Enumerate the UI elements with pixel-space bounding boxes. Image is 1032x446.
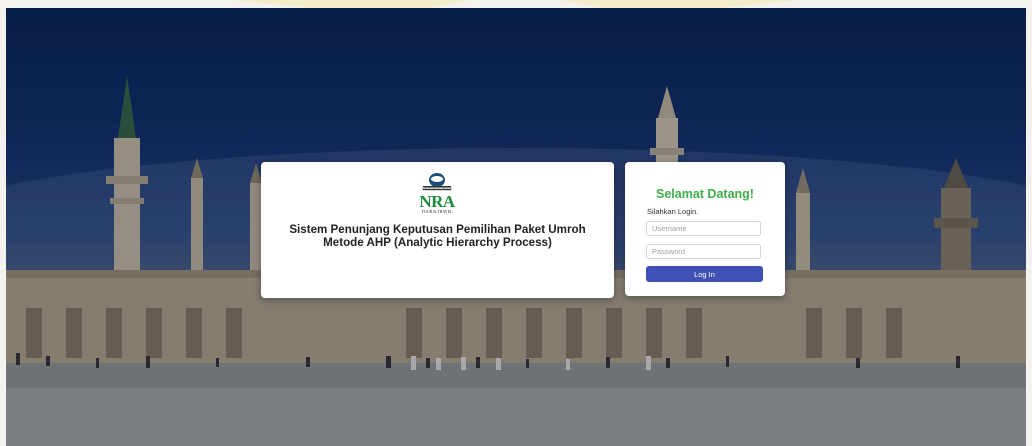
app-title-line1: Sistem Penunjang Keputusan Pemilihan Pak…	[289, 223, 586, 236]
username-input[interactable]	[646, 221, 761, 236]
login-card: Selamat Datang! Silahkan Login. Log In	[625, 162, 785, 296]
logo-subtext: TOUR & TRAVEL	[421, 209, 453, 214]
logo-text: NRA	[419, 192, 455, 211]
app-title-line2: Metode AHP (Analytic Hierarchy Process)	[323, 236, 552, 249]
logo-top-text: NUR RAUDHAH ARAFAH	[421, 188, 453, 191]
login-button[interactable]: Log In	[646, 266, 763, 282]
login-hint: Silahkan Login.	[647, 207, 699, 216]
password-input[interactable]	[646, 244, 761, 259]
app-info-card: NUR RAUDHAH ARAFAH NRA TOUR & TRAVEL Sis…	[261, 162, 614, 298]
welcome-heading: Selamat Datang!	[656, 187, 754, 201]
nra-logo: NUR RAUDHAH ARAFAH NRA TOUR & TRAVEL	[413, 171, 461, 215]
app-title: Sistem Penunjang Keputusan Pemilihan Pak…	[261, 223, 614, 249]
